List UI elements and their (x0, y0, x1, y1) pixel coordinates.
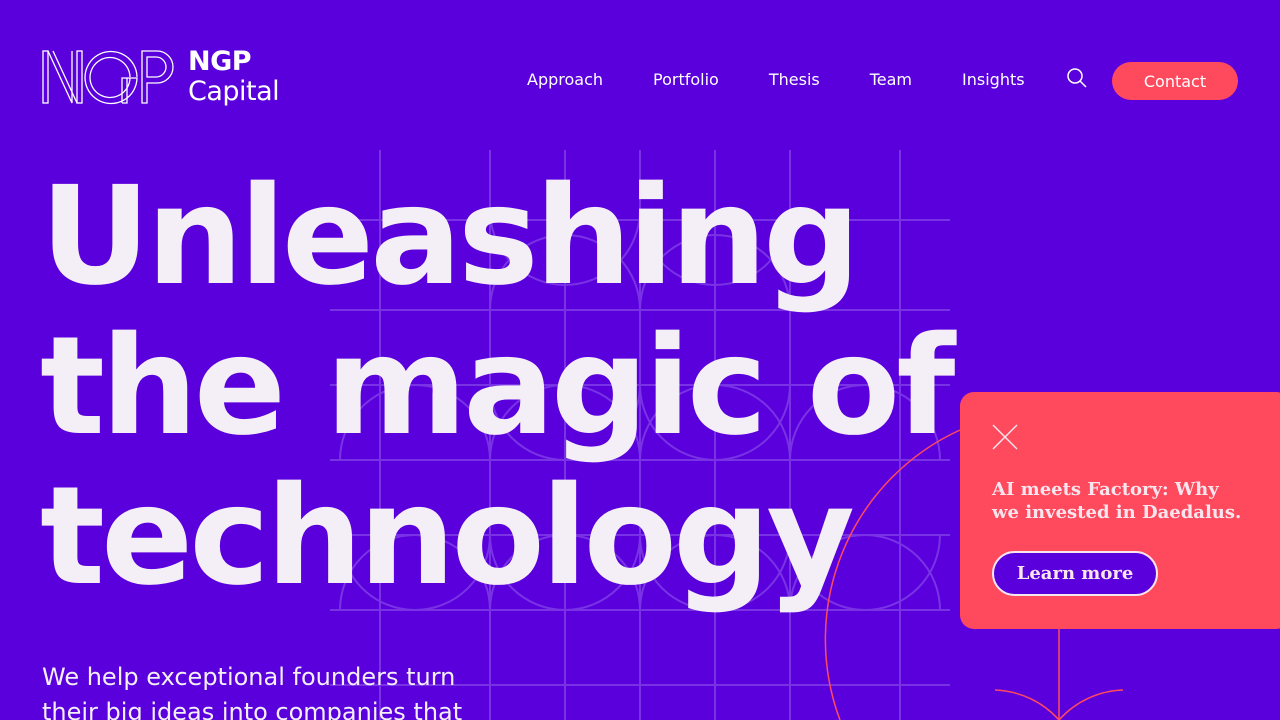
brand-wordmark: NGP Capital (188, 46, 280, 107)
search-icon[interactable] (1064, 66, 1088, 90)
nav-item-thesis[interactable]: Thesis (769, 68, 820, 92)
hero-title: Unleashing the magic of technology (40, 162, 1000, 612)
hero-title-line: the magic of (40, 308, 955, 466)
promo-card: AI meets Factory: Why we invested in Dae… (960, 392, 1280, 629)
promo-headline[interactable]: AI meets Factory: Why we invested in Dae… (992, 478, 1242, 524)
learn-more-button[interactable]: Learn more (992, 551, 1158, 596)
nav-item-portfolio[interactable]: Portfolio (653, 68, 719, 92)
hero-title-line: Unleashing (40, 158, 860, 316)
nav-item-approach[interactable]: Approach (527, 68, 603, 92)
brand-logo[interactable]: NGP Capital (42, 46, 280, 107)
brand-name-line2: Capital (188, 76, 280, 107)
nav-item-team[interactable]: Team (870, 68, 912, 92)
contact-button[interactable]: Contact (1112, 62, 1238, 100)
main-nav: Approach Portfolio Thesis Team Insights (527, 68, 1075, 92)
hero-title-line: technology (40, 458, 855, 616)
hero-subtitle: We help exceptional founders turn their … (42, 663, 463, 720)
close-icon[interactable] (990, 422, 1020, 452)
nav-item-insights[interactable]: Insights (962, 68, 1025, 92)
ngp-outline-logo-icon (42, 50, 174, 105)
brand-name-line1: NGP (188, 46, 252, 77)
page: NGP Capital Approach Portfolio Thesis Te… (0, 0, 1280, 720)
